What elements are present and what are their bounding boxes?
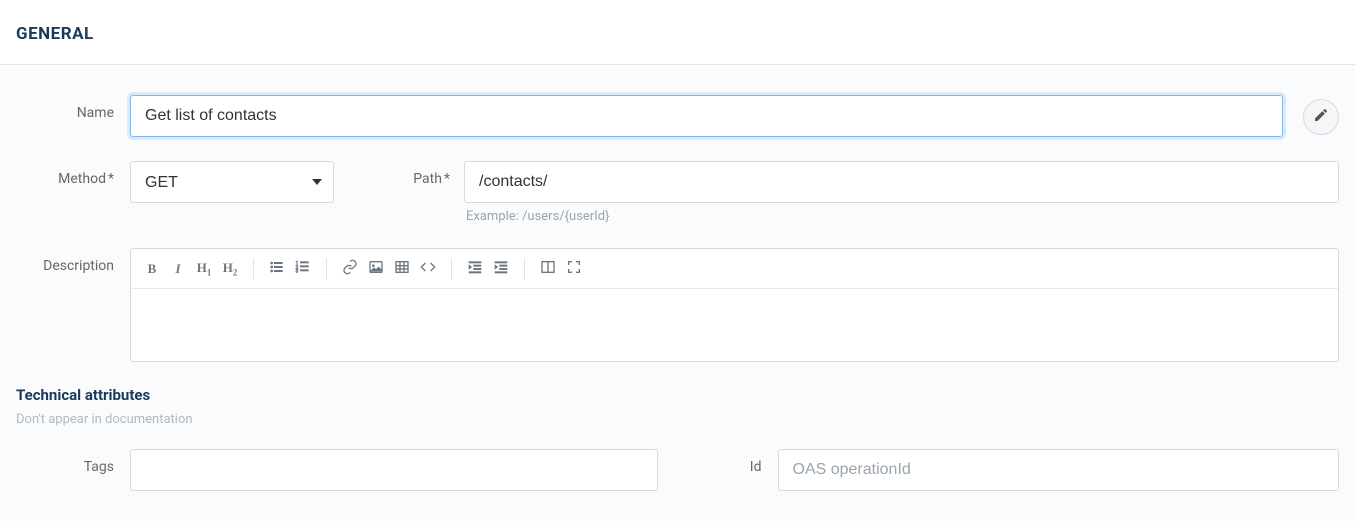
id-input[interactable] bbox=[778, 449, 1340, 491]
description-label: Description bbox=[16, 248, 130, 274]
method-path-row: Method GET Path Example: /users/{userId} bbox=[16, 161, 1339, 224]
path-label: Path bbox=[334, 161, 464, 187]
tags-label: Tags bbox=[16, 449, 130, 475]
toolbar-separator bbox=[524, 258, 525, 280]
tags-input[interactable] bbox=[130, 449, 658, 491]
numbered-list-icon: 123 bbox=[295, 259, 311, 279]
form-area: Name Method GET Path Example: /users/{us… bbox=[0, 65, 1355, 521]
bulleted-list-button[interactable] bbox=[264, 256, 290, 282]
code-icon bbox=[420, 259, 436, 279]
toolbar-separator bbox=[451, 258, 452, 280]
fullscreen-button[interactable] bbox=[561, 256, 587, 282]
name-label: Name bbox=[16, 95, 130, 121]
technical-row: Tags Id bbox=[16, 449, 1339, 491]
outdent-button[interactable] bbox=[462, 256, 488, 282]
technical-title: Technical attributes bbox=[16, 386, 1339, 404]
table-icon bbox=[394, 259, 410, 279]
toolbar-separator bbox=[253, 258, 254, 280]
bold-button[interactable]: B bbox=[139, 256, 165, 282]
path-input[interactable] bbox=[464, 161, 1339, 203]
outdent-icon bbox=[467, 259, 483, 279]
indent-icon bbox=[493, 259, 509, 279]
svg-text:3: 3 bbox=[296, 268, 299, 274]
description-row: Description B I H1 H2 123 bbox=[16, 248, 1339, 362]
editor-toolbar: B I H1 H2 123 bbox=[131, 249, 1338, 289]
toolbar-separator bbox=[326, 258, 327, 280]
h2-button[interactable]: H2 bbox=[217, 256, 243, 282]
image-icon bbox=[368, 259, 384, 279]
method-select[interactable]: GET bbox=[130, 161, 334, 203]
technical-subtitle: Don't appear in documentation bbox=[16, 412, 1339, 427]
table-button[interactable] bbox=[389, 256, 415, 282]
fullscreen-icon bbox=[566, 259, 582, 279]
image-button[interactable] bbox=[363, 256, 389, 282]
id-label: Id bbox=[698, 449, 778, 475]
indent-button[interactable] bbox=[488, 256, 514, 282]
edit-button[interactable] bbox=[1303, 99, 1339, 135]
split-view-button[interactable] bbox=[535, 256, 561, 282]
link-button[interactable] bbox=[337, 256, 363, 282]
name-input[interactable] bbox=[130, 95, 1283, 137]
name-row: Name bbox=[16, 95, 1339, 137]
description-editor: B I H1 H2 123 bbox=[130, 248, 1339, 362]
italic-button[interactable]: I bbox=[165, 256, 191, 282]
link-icon bbox=[342, 259, 358, 279]
bulleted-list-icon bbox=[269, 259, 285, 279]
path-hint: Example: /users/{userId} bbox=[464, 209, 1339, 224]
numbered-list-button[interactable]: 123 bbox=[290, 256, 316, 282]
code-button[interactable] bbox=[415, 256, 441, 282]
technical-section: Technical attributes Don't appear in doc… bbox=[16, 386, 1339, 491]
section-title: GENERAL bbox=[16, 24, 1339, 44]
pencil-icon bbox=[1313, 107, 1329, 127]
h1-button[interactable]: H1 bbox=[191, 256, 217, 282]
split-view-icon bbox=[540, 259, 556, 279]
method-label: Method bbox=[16, 161, 130, 187]
section-header: GENERAL bbox=[0, 0, 1355, 65]
description-textarea[interactable] bbox=[131, 289, 1338, 361]
